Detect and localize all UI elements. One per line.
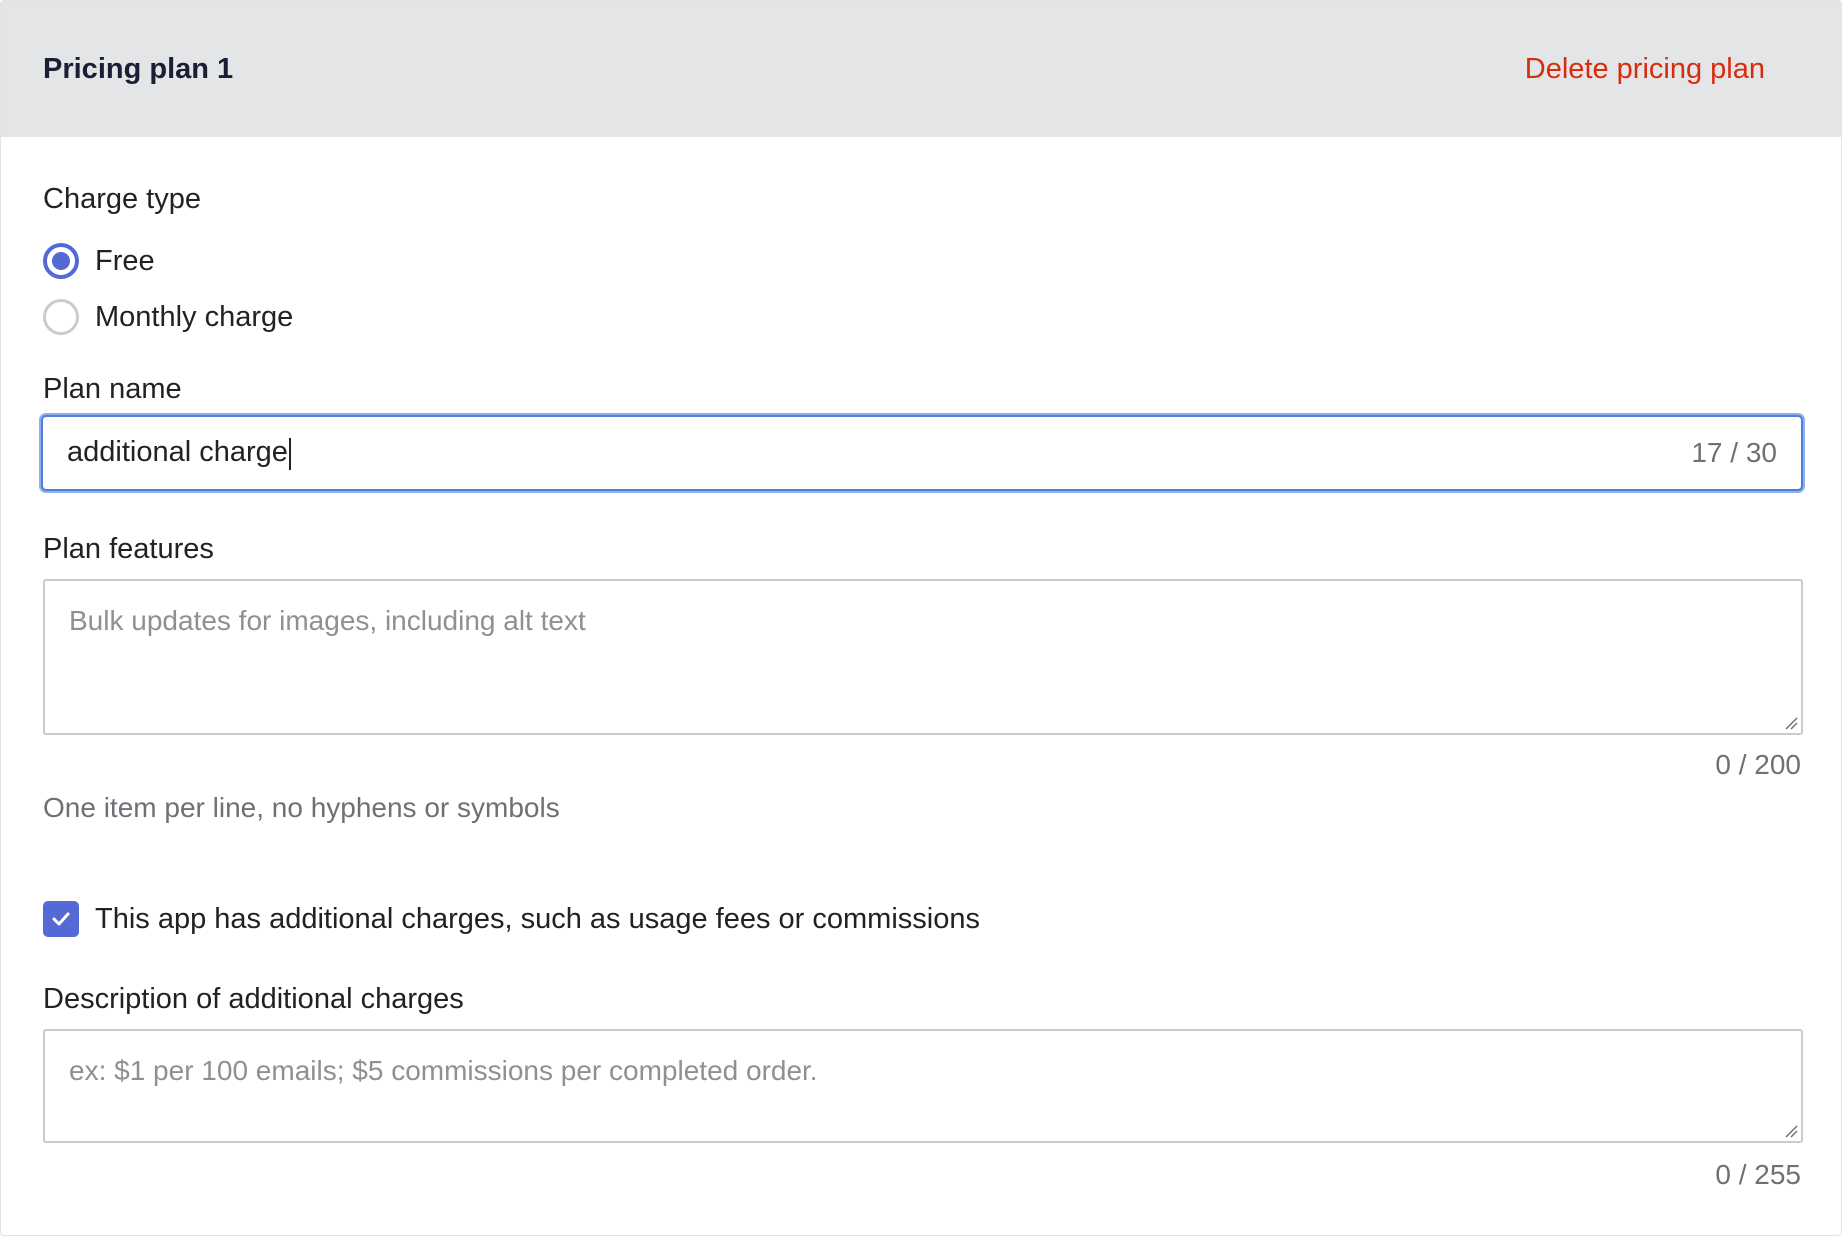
plan-features-label: Plan features: [43, 533, 214, 565]
radio-button-free[interactable]: [43, 243, 79, 279]
description-label: Description of additional charges: [43, 983, 464, 1015]
plan-title: Pricing plan 1: [43, 53, 234, 85]
resize-handle-icon[interactable]: [1784, 1124, 1798, 1138]
additional-charges-checkbox[interactable]: [43, 901, 79, 937]
plan-name-text: additional charge: [67, 436, 288, 469]
radio-label-monthly-charge: Monthly charge: [95, 301, 294, 333]
text-caret: [288, 437, 291, 470]
radio-button-monthly-charge[interactable]: [43, 299, 79, 335]
additional-charges-checkbox-row[interactable]: This app has additional charges, such as…: [43, 899, 980, 939]
delete-pricing-plan-button[interactable]: Delete pricing plan: [1525, 51, 1765, 87]
plan-name-value: additional charge: [67, 436, 1691, 470]
checkmark-icon: [52, 912, 70, 926]
plan-features-character-counter: 0 / 200: [1715, 749, 1801, 780]
radio-option-free[interactable]: Free: [43, 241, 155, 281]
plan-features-placeholder: Bulk updates for images, including alt t…: [69, 605, 586, 636]
plan-name-character-counter: 17 / 30: [1691, 437, 1777, 468]
plan-name-input[interactable]: additional charge 17 / 30: [41, 415, 1803, 491]
radio-label-free: Free: [95, 245, 155, 277]
pricing-plan-card: Pricing plan 1 Delete pricing plan Charg…: [0, 0, 1842, 1236]
plan-features-textarea[interactable]: Bulk updates for images, including alt t…: [43, 579, 1803, 735]
description-character-counter: 0 / 255: [1715, 1159, 1801, 1190]
plan-features-help-text: One item per line, no hyphens or symbols: [43, 792, 560, 823]
radio-option-monthly-charge[interactable]: Monthly charge: [43, 297, 293, 337]
plan-name-label: Plan name: [43, 373, 182, 405]
description-placeholder: ex: $1 per 100 emails; $5 commissions pe…: [69, 1055, 818, 1086]
additional-charges-checkbox-label: This app has additional charges, such as…: [95, 903, 980, 935]
resize-handle-icon[interactable]: [1784, 716, 1798, 730]
description-textarea[interactable]: ex: $1 per 100 emails; $5 commissions pe…: [43, 1029, 1803, 1143]
charge-type-label: Charge type: [43, 183, 201, 215]
card-header: Pricing plan 1 Delete pricing plan: [1, 1, 1841, 137]
